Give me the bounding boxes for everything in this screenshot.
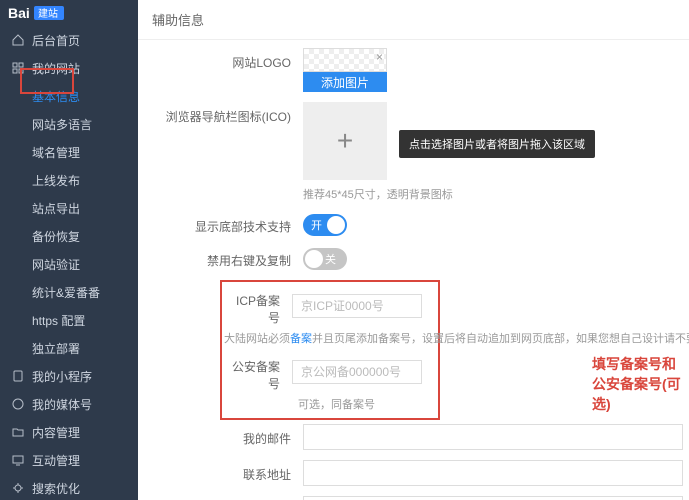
switch-show-tech[interactable]: 开 bbox=[303, 214, 347, 236]
sidebar-item-interact[interactable]: 互动管理 bbox=[0, 446, 138, 474]
sidebar-item-deploy[interactable]: 独立部署 bbox=[0, 334, 138, 362]
ico-upload-box[interactable]: + bbox=[303, 102, 387, 180]
red-annotation: 填写备案号和公安备案号(可选) bbox=[592, 354, 689, 414]
addr-input[interactable] bbox=[303, 460, 683, 486]
media-icon bbox=[12, 398, 24, 410]
brand-logo: Bai 建站 bbox=[0, 0, 138, 26]
label-email: 我的邮件 bbox=[138, 424, 303, 447]
police-input[interactable] bbox=[292, 360, 422, 384]
sidebar-item-content[interactable]: 内容管理 bbox=[0, 418, 138, 446]
label-phone: 联系电话 bbox=[138, 496, 303, 500]
sidebar-item-publish[interactable]: 上线发布 bbox=[0, 166, 138, 194]
sidebar-item-myapp[interactable]: 我的小程序 bbox=[0, 362, 138, 390]
sidebar-item-mymedia[interactable]: 我的媒体号 bbox=[0, 390, 138, 418]
sidebar-item-label: 互动管理 bbox=[32, 452, 80, 469]
svg-text:建站: 建站 bbox=[38, 7, 58, 20]
add-image-button[interactable]: 添加图片 bbox=[303, 72, 387, 92]
close-icon[interactable]: × bbox=[376, 50, 383, 64]
sidebar-item-label: 我的小程序 bbox=[32, 368, 92, 385]
main-panel: 辅助信息 网站LOGO × 添加图片 浏览器导航栏图标(ICO) + 点击选择图… bbox=[138, 0, 689, 500]
label-addr: 联系地址 bbox=[138, 460, 303, 483]
section-title: 辅助信息 bbox=[138, 0, 689, 40]
monitor-icon bbox=[12, 454, 24, 466]
folder-icon bbox=[12, 426, 24, 438]
ico-hint: 推荐45*45尺寸，透明背景图标 bbox=[303, 186, 689, 202]
sidebar-item-label: 我的网站 bbox=[32, 60, 80, 77]
app-icon bbox=[12, 370, 24, 382]
label-icp: ICP备案号 bbox=[228, 286, 292, 326]
plus-icon: + bbox=[337, 125, 353, 157]
phone-input[interactable] bbox=[303, 496, 683, 500]
sidebar-item-search[interactable]: 搜索优化 bbox=[0, 474, 138, 500]
sidebar-item-basic[interactable]: 基本信息 bbox=[0, 82, 138, 110]
sidebar-item-stats[interactable]: 统计&爱番番 bbox=[0, 278, 138, 306]
switch-disable-copy[interactable]: 关 bbox=[303, 248, 347, 270]
sidebar-item-label: 内容管理 bbox=[32, 424, 80, 441]
form: 网站LOGO × 添加图片 浏览器导航栏图标(ICO) + 点击选择图片或者将图… bbox=[138, 40, 689, 500]
ico-tooltip: 点击选择图片或者将图片拖入该区域 bbox=[399, 130, 595, 158]
beian-link[interactable]: 备案 bbox=[290, 333, 312, 345]
sidebar-item-label: 后台首页 bbox=[32, 32, 80, 49]
logo-preview[interactable]: × bbox=[303, 48, 387, 72]
sidebar-item-https[interactable]: https 配置 bbox=[0, 306, 138, 334]
sidebar-item-domain[interactable]: 域名管理 bbox=[0, 138, 138, 166]
home-icon bbox=[12, 34, 24, 46]
sidebar-item-verify[interactable]: 网站验证 bbox=[0, 250, 138, 278]
email-input[interactable] bbox=[303, 424, 683, 450]
gear-icon bbox=[12, 482, 24, 494]
label-show-tech: 显示底部技术支持 bbox=[138, 212, 303, 235]
sidebar-item-label: 搜索优化 bbox=[32, 480, 80, 497]
sidebar-item-backup[interactable]: 备份恢复 bbox=[0, 222, 138, 250]
sidebar-item-export[interactable]: 站点导出 bbox=[0, 194, 138, 222]
label-ico: 浏览器导航栏图标(ICO) bbox=[138, 102, 303, 125]
sidebar-item-lang[interactable]: 网站多语言 bbox=[0, 110, 138, 138]
sidebar-item-mysite[interactable]: 我的网站 bbox=[0, 54, 138, 82]
grid-icon bbox=[12, 62, 24, 74]
label-police: 公安备案号 bbox=[228, 352, 292, 392]
svg-text:Bai: Bai bbox=[8, 5, 30, 21]
sidebar-item-label: 我的媒体号 bbox=[32, 396, 92, 413]
police-hint: 可选，同备案号 bbox=[298, 396, 432, 412]
label-disable-copy: 禁用右键及复制 bbox=[138, 246, 303, 269]
icp-input[interactable] bbox=[292, 294, 422, 318]
sidebar: Bai 建站 后台首页 我的网站 基本信息 网站多语言 域名管理 上线发布 站点导… bbox=[0, 0, 138, 500]
sidebar-item-home[interactable]: 后台首页 bbox=[0, 26, 138, 54]
beian-highlight: ICP备案号 大陆网站必须备案并且页尾添加备案号，设置后将自动追加到网页底部，如… bbox=[220, 280, 440, 420]
label-site-logo: 网站LOGO bbox=[138, 48, 303, 71]
